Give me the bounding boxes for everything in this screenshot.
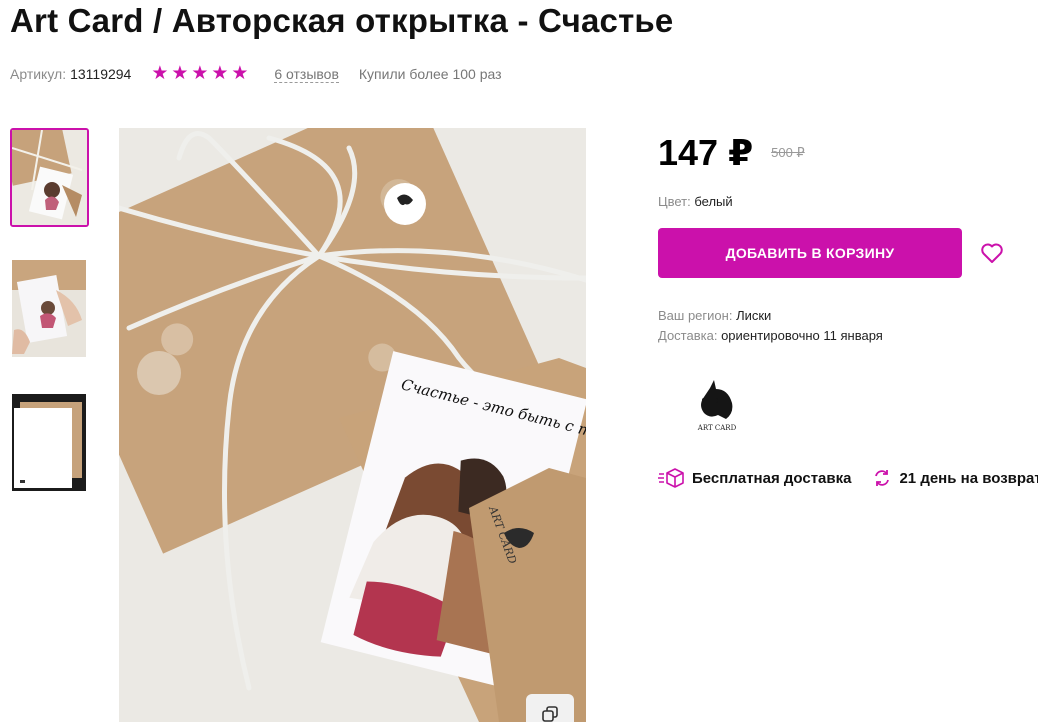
article-value: 13119294 [70, 66, 132, 82]
brand-logo[interactable]: ART CARD [690, 378, 744, 434]
star-icon: ★ [151, 63, 169, 84]
delivery-value: ориентировочно 11 января [721, 328, 883, 343]
box-icon [658, 468, 684, 488]
main-product-photo[interactable]: Счастье - это быть с тобой ART CARD [119, 128, 586, 722]
current-price: 147 ₽ [658, 132, 754, 173]
perks-row: Бесплатная доставка 21 день на возврат [658, 468, 1038, 488]
rating-stars: ★ ★ ★ ★ ★ [151, 63, 250, 84]
thumbnail-2[interactable] [12, 260, 86, 357]
return-icon [875, 470, 890, 486]
old-price: 500 ₽ [771, 145, 805, 160]
bought-count: Купили более 100 раз [358, 66, 502, 82]
product-meta: Артикул: 13119294 ★ ★ ★ ★ ★ 6 отзывов Ку… [10, 64, 502, 84]
region-info: Ваш регион: Лиски [658, 308, 771, 323]
star-icon: ★ [191, 63, 209, 84]
delivery-info: Доставка: ориентировочно 11 января [658, 328, 883, 343]
article-label: Артикул: [10, 66, 67, 82]
zoom-icon [542, 706, 558, 722]
heart-icon[interactable] [980, 242, 1004, 264]
product-title: Art Card / Авторская открытка - Счастье [10, 2, 674, 39]
star-icon: ★ [231, 63, 249, 84]
reviews-link[interactable]: 6 отзывов [274, 66, 339, 83]
perk-free-delivery-label: Бесплатная доставка [692, 469, 852, 487]
region-label: Ваш регион: [658, 308, 733, 323]
add-to-cart-button[interactable]: ДОБАВИТЬ В КОРЗИНУ [658, 228, 962, 278]
color-label: Цвет: [658, 194, 691, 209]
star-icon: ★ [211, 63, 229, 84]
price-block: 147 ₽ 500 ₽ [658, 132, 805, 174]
star-icon: ★ [171, 63, 189, 84]
perk-return: 21 день на возврат [873, 469, 1038, 487]
thumbnail-3[interactable] [12, 394, 86, 491]
color-info: Цвет: белый [658, 194, 733, 209]
perk-free-delivery: Бесплатная доставка [658, 468, 851, 488]
color-value: белый [694, 194, 733, 209]
perk-return-label: 21 день на возврат [899, 469, 1038, 487]
brand-logo-text: ART CARD [697, 424, 737, 432]
region-value[interactable]: Лиски [736, 308, 771, 323]
delivery-label: Доставка: [658, 328, 718, 343]
zoom-button[interactable] [526, 694, 574, 722]
thumbnail-1[interactable] [10, 128, 89, 227]
